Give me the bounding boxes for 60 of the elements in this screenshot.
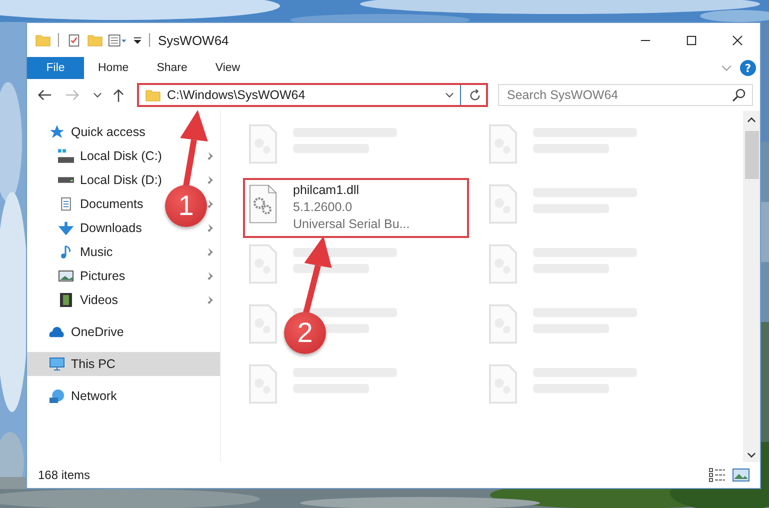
- scroll-up-icon[interactable]: [747, 117, 756, 123]
- ribbon-tab[interactable]: Share: [142, 57, 202, 79]
- star-icon: [49, 125, 65, 139]
- picture-icon: [58, 269, 74, 283]
- large-icons-view-icon[interactable]: [732, 467, 750, 483]
- file-detail: 5.1.2600.0: [293, 199, 354, 216]
- search-field[interactable]: Search SysWOW64: [498, 84, 753, 106]
- nav-item[interactable]: Quick access: [27, 120, 220, 144]
- scroll-thumb[interactable]: [744, 131, 758, 179]
- help-button[interactable]: ?: [740, 60, 756, 76]
- file-item[interactable]: philcam1.dll 5.1.2600.0 Universal Serial Bu...: [243, 178, 469, 238]
- folder-icon: [145, 88, 161, 102]
- blurred-file-icon: [249, 364, 277, 404]
- film-icon: [58, 293, 74, 307]
- dll-file-icon: [249, 184, 277, 224]
- up-arrow-icon[interactable]: [113, 88, 124, 102]
- ribbon-tab[interactable]: Home: [84, 57, 143, 79]
- nav-item[interactable]: Videos: [58, 288, 121, 312]
- network-icon: [49, 389, 65, 403]
- blurred-file-icon: [489, 364, 517, 404]
- address-bar[interactable]: C:\Windows\SysWOW64: [137, 83, 488, 107]
- blurred-file-icon: [489, 184, 517, 224]
- maximize-icon: [686, 34, 696, 46]
- scrollbar[interactable]: [743, 111, 760, 462]
- nav-item[interactable]: This PC: [27, 352, 220, 376]
- nav-item[interactable]: Local Disk (C:): [58, 144, 165, 168]
- blurred-file-icon: [489, 124, 517, 164]
- blurred-file-icon: [489, 244, 517, 284]
- file-menu-button[interactable]: File: [27, 57, 84, 79]
- nav-item[interactable]: OneDrive: [27, 320, 220, 344]
- ribbon-tab[interactable]: View: [201, 57, 254, 79]
- file-detail: Universal Serial Bu...: [293, 216, 410, 233]
- drive-icon: [58, 149, 74, 163]
- monitor-icon: [49, 357, 65, 371]
- nav-item[interactable]: Music: [58, 240, 116, 264]
- blurred-file-icon: [249, 304, 277, 344]
- file-name: philcam1.dll: [293, 182, 360, 199]
- download-arrow-icon: [58, 221, 74, 235]
- blurred-file-icon: [489, 304, 517, 344]
- checklist-icon[interactable]: [66, 34, 82, 46]
- chevron-down-icon[interactable]: [93, 92, 102, 98]
- close-icon: [732, 34, 742, 46]
- nav-item[interactable]: Downloads: [58, 216, 145, 240]
- scroll-down-icon[interactable]: [747, 452, 756, 458]
- nav-item[interactable]: Pictures: [58, 264, 128, 288]
- properties-icon[interactable]: [108, 34, 128, 46]
- blurred-file-icon: [249, 124, 277, 164]
- address-path: C:\Windows\SysWOW64: [167, 88, 306, 102]
- nav-item[interactable]: Local Disk (D:): [58, 168, 165, 192]
- cloud-icon: [49, 325, 65, 339]
- search-icon[interactable]: [732, 88, 746, 102]
- chevron-down-icon[interactable]: [445, 92, 454, 98]
- item-count: 168 items: [38, 468, 90, 482]
- document-icon: [58, 197, 74, 211]
- nav-item[interactable]: Network: [27, 384, 220, 408]
- nav-item[interactable]: Documents: [58, 192, 146, 216]
- blurred-file-icon: [249, 244, 277, 284]
- back-arrow-icon[interactable]: [37, 89, 52, 101]
- details-view-icon[interactable]: [708, 467, 726, 483]
- window-title: SysWOW64: [158, 32, 230, 48]
